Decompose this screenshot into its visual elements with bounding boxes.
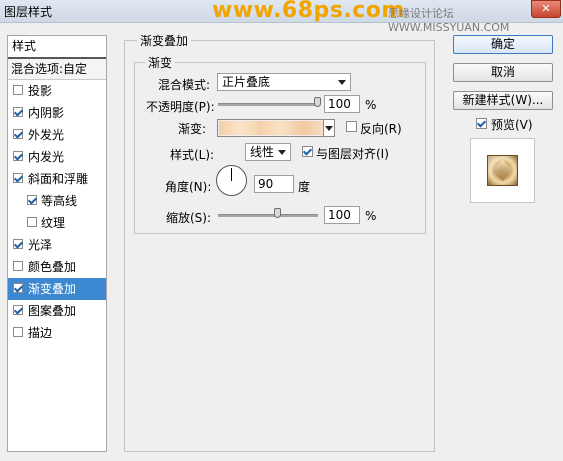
style-select[interactable]: 线性 bbox=[245, 143, 291, 161]
style-item-label: 内阴影 bbox=[28, 106, 65, 120]
styles-header[interactable]: 样式 bbox=[8, 36, 106, 59]
preview-thumbnail bbox=[487, 155, 518, 186]
scale-slider[interactable] bbox=[218, 214, 318, 217]
style-item[interactable]: 图案叠加 bbox=[8, 300, 106, 322]
style-item[interactable]: 描边 bbox=[8, 322, 106, 344]
title-bar: 图层样式 www.68ps.com 思缘设计论坛 WWW.MISSYUAN.CO… bbox=[0, 0, 563, 34]
scale-label: 缩放(S): bbox=[166, 211, 212, 225]
scale-input[interactable]: 100 bbox=[324, 206, 360, 224]
blend-mode-label: 混合模式: bbox=[158, 78, 211, 92]
window-title: 图层样式 bbox=[4, 5, 53, 19]
new-style-button[interactable]: 新建样式(W)... bbox=[453, 91, 553, 110]
opacity-label: 不透明度(P): bbox=[146, 100, 215, 114]
opacity-slider[interactable] bbox=[218, 103, 318, 106]
style-item-checkbox[interactable] bbox=[13, 151, 23, 161]
angle-input[interactable]: 90 bbox=[254, 175, 294, 193]
scale-unit: % bbox=[365, 209, 377, 223]
section-title: 渐变叠加 bbox=[137, 32, 192, 49]
styles-list: 样式 混合选项:自定 投影内阴影外发光内发光斜面和浮雕等高线纹理光泽颜色叠加渐变… bbox=[7, 35, 107, 452]
style-item-label: 内发光 bbox=[28, 150, 65, 164]
angle-needle bbox=[231, 168, 232, 181]
watermark: www.68ps.com bbox=[212, 0, 405, 23]
cancel-button[interactable]: 取消 bbox=[453, 63, 553, 82]
preview-label: 预览(V) bbox=[491, 118, 533, 132]
reverse-checkbox[interactable] bbox=[346, 121, 357, 132]
style-item-checkbox[interactable] bbox=[27, 217, 37, 227]
style-item-checkbox[interactable] bbox=[13, 283, 23, 293]
style-item-checkbox[interactable] bbox=[13, 305, 23, 315]
chevron-down-icon bbox=[338, 80, 346, 85]
style-item[interactable]: 内阴影 bbox=[8, 102, 106, 124]
style-item[interactable]: 投影 bbox=[8, 80, 106, 102]
opacity-unit: % bbox=[365, 98, 377, 112]
style-item-checkbox[interactable] bbox=[13, 107, 23, 117]
style-item[interactable]: 颜色叠加 bbox=[8, 256, 106, 278]
scale-slider-thumb[interactable] bbox=[274, 208, 281, 218]
style-item-label: 光泽 bbox=[28, 238, 53, 252]
style-item[interactable]: 纹理 bbox=[8, 212, 106, 234]
close-button[interactable]: ✕ bbox=[531, 0, 561, 18]
style-item[interactable]: 外发光 bbox=[8, 124, 106, 146]
style-item-checkbox[interactable] bbox=[13, 85, 23, 95]
style-preview bbox=[470, 138, 535, 203]
style-item-label: 等高线 bbox=[41, 194, 78, 208]
angle-dial[interactable] bbox=[216, 165, 247, 196]
style-item-label: 图案叠加 bbox=[28, 304, 77, 318]
style-item-checkbox[interactable] bbox=[13, 261, 23, 271]
reverse-label: 反向(R) bbox=[360, 122, 402, 136]
style-item[interactable]: 等高线 bbox=[8, 190, 106, 212]
style-item[interactable]: 斜面和浮雕 bbox=[8, 168, 106, 190]
style-item-label: 外发光 bbox=[28, 128, 65, 142]
angle-label: 角度(N): bbox=[165, 180, 212, 194]
group-title: 渐变 bbox=[145, 54, 176, 71]
align-with-layer-label: 与图层对齐(I) bbox=[316, 147, 389, 161]
ok-button[interactable]: 确定 bbox=[453, 35, 553, 54]
style-item-checkbox[interactable] bbox=[13, 327, 23, 337]
style-item-label: 投影 bbox=[28, 84, 53, 98]
opacity-input[interactable]: 100 bbox=[324, 95, 360, 113]
style-item-checkbox[interactable] bbox=[13, 129, 23, 139]
style-item-label: 颜色叠加 bbox=[28, 260, 77, 274]
style-item-checkbox[interactable] bbox=[13, 239, 23, 249]
gradient-swatch[interactable] bbox=[219, 121, 324, 135]
style-label: 样式(L): bbox=[170, 148, 215, 162]
blend-options-item[interactable]: 混合选项:自定 bbox=[8, 59, 106, 80]
gradient-dropdown-icon[interactable] bbox=[323, 120, 334, 136]
style-item[interactable]: 渐变叠加 bbox=[8, 278, 106, 300]
close-icon: ✕ bbox=[541, 2, 551, 15]
style-item-checkbox[interactable] bbox=[13, 173, 23, 183]
gradient-picker[interactable] bbox=[217, 119, 335, 137]
angle-unit: 度 bbox=[298, 180, 311, 194]
style-item[interactable]: 内发光 bbox=[8, 146, 106, 168]
blend-mode-select[interactable]: 正片叠底 bbox=[217, 73, 351, 91]
preview-checkbox[interactable] bbox=[476, 118, 487, 129]
blend-mode-value: 正片叠底 bbox=[222, 75, 271, 89]
opacity-slider-thumb[interactable] bbox=[314, 97, 321, 107]
style-item-label: 描边 bbox=[28, 326, 53, 340]
style-item-label: 斜面和浮雕 bbox=[28, 172, 89, 186]
style-item-checkbox[interactable] bbox=[27, 195, 37, 205]
style-item-label: 渐变叠加 bbox=[28, 282, 77, 296]
gradient-label: 渐变: bbox=[178, 122, 207, 136]
style-item[interactable]: 光泽 bbox=[8, 234, 106, 256]
style-item-label: 纹理 bbox=[41, 216, 66, 230]
align-with-layer-checkbox[interactable] bbox=[302, 146, 313, 157]
chevron-down-icon bbox=[278, 150, 286, 155]
style-value: 线性 bbox=[250, 145, 275, 159]
